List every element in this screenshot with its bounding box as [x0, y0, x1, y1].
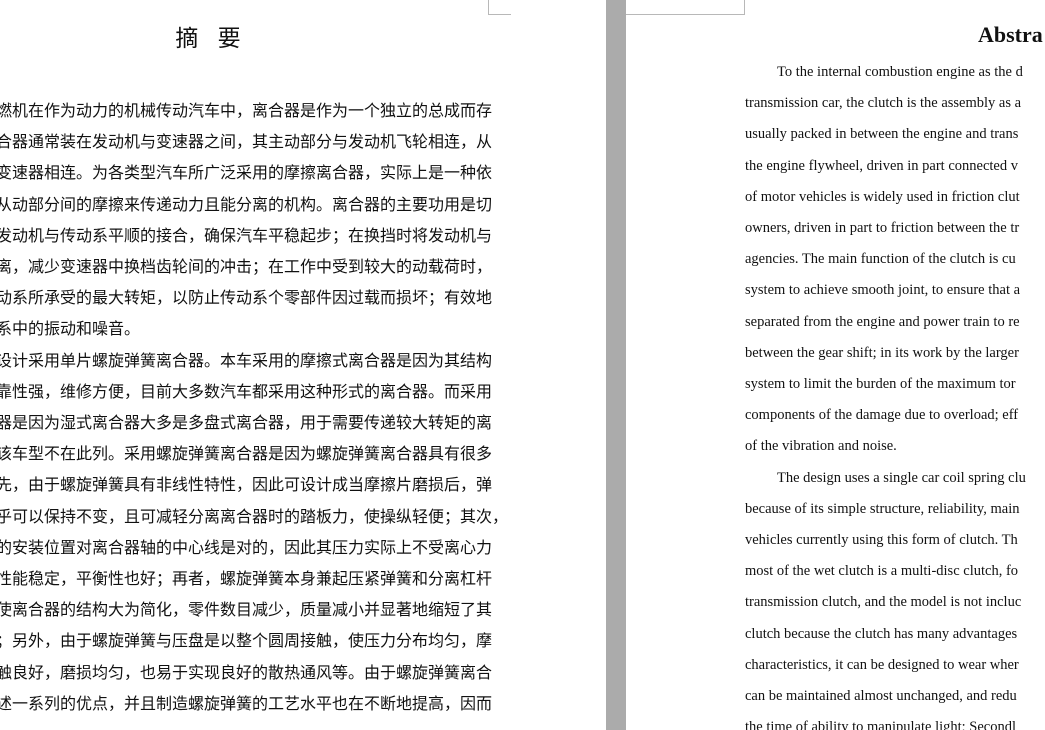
- text-line: owners, driven in part to friction betwe…: [745, 220, 1020, 236]
- abstract-title-english: Abstra: [978, 22, 1043, 47]
- text-line: The design uses a single car coil spring…: [777, 469, 1026, 486]
- text-line: 燃机在作为动力的机械传动汽车中，离合器是作为一个独立的总成而存: [0, 101, 493, 120]
- text-line: ；另外，由于螺旋弹簧与压盘是以整个圆周接触，使压力分布均匀，摩: [0, 631, 493, 651]
- text-line: most of the wet clutch is a multi-disc c…: [745, 563, 1019, 580]
- text-line: agencies. The main function of the clutc…: [745, 251, 1016, 268]
- text-line: 离，减少变速器中换档齿轮间的冲击；在工作中受到较大的动载荷时，: [0, 257, 493, 276]
- text-line: 系中的振动和噪音。: [0, 319, 141, 339]
- text-line: To the internal combustion engine as the…: [777, 64, 1023, 80]
- text-line: components of the damage due to overload…: [745, 407, 1019, 424]
- text-line: the engine flywheel, driven in part conn…: [745, 157, 1018, 174]
- text-line: 发动机与传动系平顺的接合，确保汽车平稳起步；在换挡时将发动机与: [0, 225, 493, 245]
- text-line: 变速器相连。为各类型汽车所广泛采用的摩擦离合器，实际上是一种依: [0, 163, 493, 183]
- text-line: 该车型不在此列。采用螺旋弹簧离合器是因为螺旋弹簧离合器具有很多: [0, 444, 493, 464]
- page-corner-mark: [626, 0, 745, 15]
- document-page-right: Abstra To the internal combustion engine…: [626, 0, 1045, 730]
- text-line: 的安装位置对离合器轴的中心线是对的，因此其压力实际上不受离心力: [0, 537, 493, 557]
- text-line: of the vibration and noise.: [745, 438, 897, 455]
- page-corner-mark: [488, 0, 511, 15]
- text-line: the time of ability to manipulate light;…: [745, 719, 1017, 730]
- text-line: 先，由于螺旋弹簧具有非线性特性，因此可设计成当摩擦片磨损后，弹: [0, 475, 493, 495]
- text-line: characteristics, it can be designed to w…: [745, 656, 1019, 673]
- text-line: 乎可以保持不变，且可减轻分离离合器时的踏板力，使操纵轻便；其次，: [0, 506, 509, 526]
- text-line: 设计采用单片螺旋弹簧离合器。本车采用的摩擦式离合器是因为其结构: [0, 350, 493, 370]
- text-line: transmission clutch, and the model is no…: [745, 594, 1022, 611]
- text-line: 触良好，磨损均匀，也易于实现良好的散热通风等。由于螺旋弹簧离合: [0, 662, 493, 682]
- text-line: 使离合器的结构大为简化，零件数目减少，质量减小并显著地缩短了其: [0, 600, 493, 620]
- text-line: clutch because the clutch has many advan…: [745, 625, 1018, 642]
- text-line: of motor vehicles is widely used in fric…: [745, 188, 1020, 205]
- text-line: 动系所承受的最大转矩，以防止传动系个零部件因过载而损坏；有效地: [0, 288, 493, 308]
- text-line: 性能稳定，平衡性也好；再者，螺旋弹簧本身兼起压紧弹簧和分离杠杆: [0, 569, 493, 588]
- text-line: 从动部分间的摩擦来传递动力且能分离的机构。离合器的主要功用是切: [0, 194, 493, 214]
- document-page-left: 摘 要 燃机在作为动力的机械传动汽车中，离合器是作为一个独立的总成而存 合器通常装…: [0, 0, 606, 730]
- text-line: 靠性强，维修方便，目前大多数汽车都采用这种形式的离合器。而采用: [0, 381, 493, 401]
- text-line: system to achieve smooth joint, to ensur…: [745, 282, 1021, 299]
- text-line: 合器通常装在发动机与变速器之间，其主动部分与发动机飞轮相连，从: [0, 132, 493, 152]
- text-line: between the gear shift; in its work by t…: [745, 344, 1019, 361]
- text-line: transmission car, the clutch is the asse…: [745, 95, 1022, 112]
- text-line: vehicles currently using this form of cl…: [745, 532, 1018, 548]
- text-line: system to limit the burden of the maximu…: [745, 376, 1016, 392]
- text-line: 器是因为湿式离合器大多是多盘式离合器，用于需要传递较大转矩的离: [0, 413, 493, 432]
- text-line: 述一系列的优点，并且制造螺旋弹簧的工艺水平也在不断地提高，因而: [0, 693, 493, 713]
- text-line: separated from the engine and power trai…: [745, 313, 1020, 330]
- abstract-title-chinese: 摘 要: [175, 26, 247, 52]
- text-line: usually packed in between the engine and…: [745, 126, 1019, 143]
- text-line: can be maintained almost unchanged, and …: [745, 688, 1017, 704]
- text-line: because of its simple structure, reliabi…: [745, 500, 1020, 517]
